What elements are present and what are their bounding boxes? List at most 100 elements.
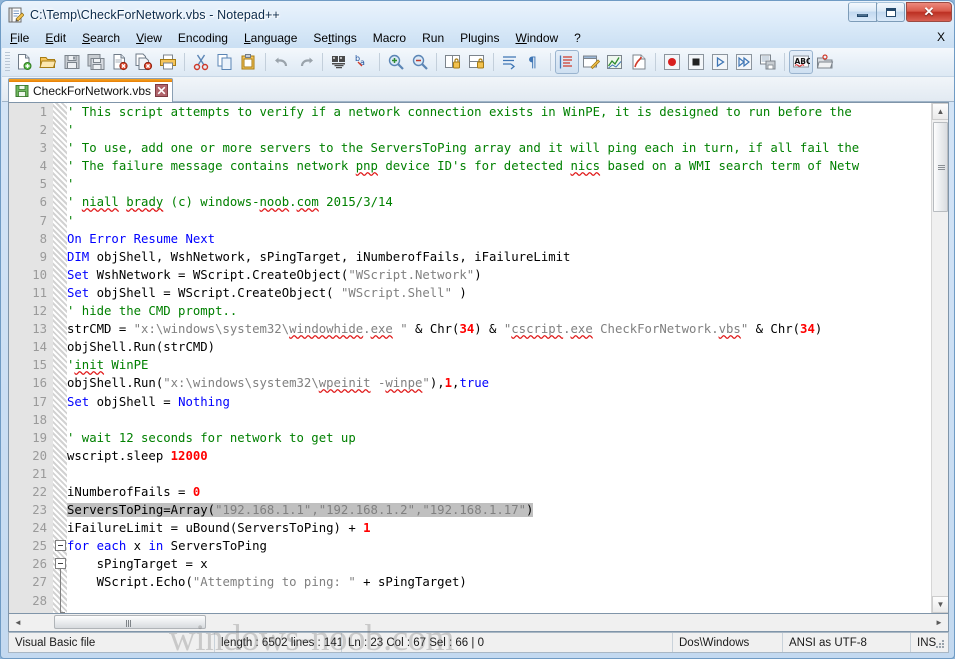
print-icon[interactable]: [156, 50, 180, 74]
code-line[interactable]: for each x in ServersToPing: [67, 537, 931, 555]
code-line[interactable]: objShell.Run("x:\windows\system32\wpeini…: [67, 374, 931, 392]
code-line[interactable]: 'init WinPE: [67, 356, 931, 374]
maximize-button[interactable]: [876, 2, 905, 22]
sync-vertical-scroll-icon[interactable]: [441, 50, 465, 74]
scroll-right-button[interactable]: ►: [931, 614, 947, 630]
scroll-down-button[interactable]: ▼: [932, 596, 948, 613]
code-line[interactable]: objShell.Run(strCMD): [67, 338, 931, 356]
find-icon[interactable]: [327, 50, 351, 74]
code-token: & Chr(: [748, 322, 801, 337]
zoom-in-icon[interactable]: [384, 50, 408, 74]
code-line[interactable]: ServersToPing=Array("192.168.1.1","192.1…: [67, 501, 931, 519]
replace-icon[interactable]: b a: [351, 50, 375, 74]
code-token: + sPingTarget): [355, 575, 467, 590]
user-defined-dialog-icon[interactable]: [579, 50, 603, 74]
code-line[interactable]: Set WshNetwork = WScript.CreateObject("W…: [67, 266, 931, 284]
undo-icon[interactable]: [270, 50, 294, 74]
code-line[interactable]: DIM objShell, WshNetwork, sPingTarget, i…: [67, 248, 931, 266]
macro-save-icon[interactable]: [756, 50, 780, 74]
tab-close-icon[interactable]: [155, 84, 169, 97]
macro-play-icon[interactable]: [708, 50, 732, 74]
fold-marker-line-25[interactable]: [55, 540, 66, 551]
code-line[interactable]: ' The failure message contains network p…: [67, 157, 931, 175]
horizontal-scrollbar[interactable]: ◄ ►: [8, 614, 949, 632]
menu-item-search[interactable]: Search: [74, 29, 128, 47]
code-line[interactable]: strCMD = "x:\windows\system32\windowhide…: [67, 320, 931, 338]
save-icon[interactable]: [60, 50, 84, 74]
code-line[interactable]: ' hide the CMD prompt..: [67, 302, 931, 320]
close-file-icon[interactable]: [108, 50, 132, 74]
vertical-scroll-thumb[interactable]: [933, 122, 948, 212]
zoom-out-icon[interactable]: [408, 50, 432, 74]
code-line[interactable]: ' wait 12 seconds for network to get up: [67, 429, 931, 447]
code-line[interactable]: Set objShell = WScript.CreateObject( "WS…: [67, 284, 931, 302]
show-document-map-icon[interactable]: [603, 50, 627, 74]
redo-icon[interactable]: [294, 50, 318, 74]
close-document-button[interactable]: X: [937, 30, 945, 44]
code-token: cscript: [511, 322, 564, 337]
copy-icon[interactable]: [213, 50, 237, 74]
code-editor[interactable]: 1 2 3 4 5 6 7 8 9 10 11 12 13 14 15 16 17 18 19 20 21 22 23 24 2…: [8, 102, 949, 614]
code-line[interactable]: sPingTarget = x: [67, 555, 931, 573]
vertical-scrollbar[interactable]: ▲ ▼: [931, 103, 948, 613]
menu-item-language[interactable]: Language: [236, 29, 305, 47]
code-line[interactable]: [67, 411, 931, 429]
menu-item-run[interactable]: Run: [414, 29, 452, 47]
cut-icon[interactable]: [189, 50, 213, 74]
scroll-up-button[interactable]: ▲: [932, 103, 948, 120]
code-line[interactable]: [67, 592, 931, 610]
code-line[interactable]: ' To use, add one or more servers to the…: [67, 139, 931, 157]
code-line-content: ' hide the CMD prompt..: [67, 304, 237, 318]
code-line[interactable]: ' niall brady (c) windows-noob.com 2015/…: [67, 193, 931, 211]
sync-horizontal-scroll-icon[interactable]: [465, 50, 489, 74]
menu-item-encoding[interactable]: Encoding: [170, 29, 236, 47]
word-wrap-icon[interactable]: [498, 50, 522, 74]
code-line[interactable]: Set objShell = Nothing: [67, 393, 931, 411]
code-line[interactable]: wscript.sleep 12000: [67, 447, 931, 465]
menu-item-file[interactable]: File: [2, 29, 37, 47]
code-line[interactable]: WScript.Echo("Attempting to ping: " + sP…: [67, 573, 931, 591]
macro-stop-icon[interactable]: [684, 50, 708, 74]
macro-record-icon[interactable]: [660, 50, 684, 74]
show-all-characters-icon[interactable]: ¶: [522, 50, 546, 74]
status-eol-format[interactable]: Dos\Windows: [673, 633, 783, 652]
menu-item-settings[interactable]: Settings: [305, 29, 364, 47]
show-indent-guide-icon[interactable]: [555, 50, 579, 74]
macro-playback-multiple-icon[interactable]: [732, 50, 756, 74]
menu-item-view[interactable]: View: [128, 29, 170, 47]
resize-grip[interactable]: [934, 638, 946, 650]
fold-marker-line-26[interactable]: [55, 558, 66, 569]
code-line[interactable]: ': [67, 121, 931, 139]
open-file-icon[interactable]: [36, 50, 60, 74]
minimize-button[interactable]: [848, 2, 877, 22]
save-all-icon[interactable]: [84, 50, 108, 74]
menu-item-window[interactable]: Window: [507, 29, 566, 47]
code-line[interactable]: ' This script attempts to verify if a ne…: [67, 103, 931, 121]
new-file-icon[interactable]: [12, 50, 36, 74]
code-line[interactable]: [67, 465, 931, 483]
menu-item-plugins[interactable]: Plugins: [452, 29, 507, 47]
menu-item-help[interactable]: ?: [566, 29, 589, 47]
code-line[interactable]: ': [67, 175, 931, 193]
code-line[interactable]: iNumberofFails = 0: [67, 483, 931, 501]
code-line[interactable]: iFailureLimit = uBound(ServersToPing) + …: [67, 519, 931, 537]
line-number: 25: [32, 539, 47, 554]
code-text-area[interactable]: ' This script attempts to verify if a ne…: [67, 103, 931, 613]
close-all-icon[interactable]: [132, 50, 156, 74]
menu-item-edit[interactable]: Edit: [37, 29, 74, 47]
status-encoding[interactable]: ANSI as UTF-8: [783, 633, 911, 652]
fold-margin[interactable]: [53, 103, 67, 613]
spell-check-icon[interactable]: ABC: [789, 50, 813, 74]
code-line[interactable]: On Error Resume Next: [67, 230, 931, 248]
folder-as-workspace-icon[interactable]: [813, 50, 837, 74]
code-line[interactable]: ': [67, 212, 931, 230]
function-list-icon[interactable]: [627, 50, 651, 74]
menu-item-macro[interactable]: Macro: [365, 29, 414, 47]
code-line-content: sPingTarget = x: [67, 557, 208, 571]
close-button[interactable]: ✕: [906, 2, 952, 22]
paste-icon[interactable]: [237, 50, 261, 74]
toolbar-grip[interactable]: [5, 52, 10, 72]
horizontal-scroll-thumb[interactable]: [54, 615, 206, 629]
tab-checkfornetwork-vbs[interactable]: CheckForNetwork.vbs: [8, 78, 174, 102]
scroll-left-button[interactable]: ◄: [10, 614, 26, 630]
